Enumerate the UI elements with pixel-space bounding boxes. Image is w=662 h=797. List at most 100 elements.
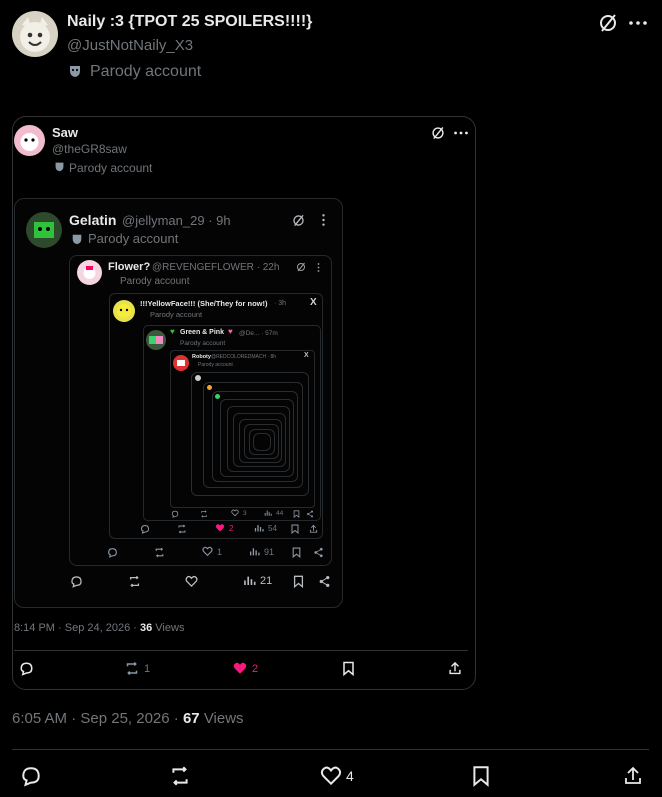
like-button[interactable]: 2 bbox=[232, 661, 258, 676]
author-name[interactable]: !!!YellowFace!!! (She/They for now!) bbox=[140, 299, 268, 308]
views-count: 44 bbox=[276, 509, 284, 517]
bookmark-button[interactable] bbox=[292, 547, 301, 558]
avatar[interactable] bbox=[12, 11, 58, 57]
divider bbox=[12, 749, 649, 750]
author-name[interactable]: Naily :3 {TPOT 25 SPOILERS!!!!} bbox=[67, 13, 312, 31]
avatar[interactable] bbox=[113, 300, 135, 322]
reply-button[interactable] bbox=[20, 765, 42, 787]
views-button[interactable]: 54 bbox=[254, 523, 277, 533]
like-count: 1 bbox=[217, 546, 223, 557]
share-button[interactable] bbox=[623, 765, 643, 787]
share-button[interactable] bbox=[313, 547, 324, 558]
repost-button[interactable] bbox=[154, 547, 165, 558]
author-name[interactable]: Green & Pink bbox=[180, 329, 224, 336]
author-name[interactable]: Roboty bbox=[192, 354, 211, 360]
like-button[interactable]: 1 bbox=[202, 546, 222, 557]
parody-label: Parody account bbox=[180, 340, 226, 347]
x-logo-icon[interactable]: X bbox=[304, 352, 309, 359]
views-button[interactable]: 44 bbox=[264, 509, 283, 517]
pink-heart-icon: ♥ bbox=[228, 327, 233, 336]
like-count: 3 bbox=[243, 509, 247, 517]
parody-label: Parody account bbox=[120, 276, 190, 287]
author-handle[interactable]: · 3h bbox=[274, 300, 286, 307]
avatar[interactable] bbox=[14, 125, 45, 156]
green-heart-icon: ♥ bbox=[170, 327, 175, 336]
author-handle[interactable]: @theGR8saw bbox=[52, 142, 127, 156]
post-timestamp: 8:14 PM · Sep 24, 2026 · 36 Views bbox=[14, 622, 184, 634]
repost-button[interactable] bbox=[128, 575, 141, 588]
share-button[interactable] bbox=[309, 524, 318, 534]
parody-mask-icon bbox=[68, 64, 82, 78]
post-timestamp: 6:05 AM · Sep 25, 2026 · 67 Views bbox=[12, 710, 244, 727]
views-button[interactable]: 21 bbox=[243, 574, 272, 587]
more-options-icon[interactable] bbox=[629, 21, 647, 25]
repost-button[interactable] bbox=[168, 765, 192, 787]
author-handle[interactable]: @jellyman_29 · 9h bbox=[122, 213, 231, 228]
divider bbox=[14, 650, 468, 651]
timestamp-text: 6:05 AM · Sep 25, 2026 · bbox=[12, 710, 179, 727]
author-handle[interactable]: @REDCOLOREDMACH · 8h bbox=[211, 354, 276, 360]
reply-button[interactable] bbox=[140, 524, 150, 534]
grok-icon[interactable] bbox=[598, 13, 618, 33]
like-count: 2 bbox=[229, 523, 234, 533]
parody-label: Parody account bbox=[69, 161, 153, 175]
author-handle[interactable]: @REVENGEFLOWER · 22h bbox=[152, 262, 279, 273]
parody-label: Parody account bbox=[88, 231, 179, 246]
bookmark-button[interactable] bbox=[293, 510, 300, 518]
repost-button[interactable]: 1 bbox=[124, 661, 150, 676]
author-name[interactable]: Gelatin bbox=[69, 212, 116, 228]
x-logo-icon[interactable]: X bbox=[310, 297, 317, 308]
reply-button[interactable] bbox=[107, 547, 118, 558]
repost-button[interactable] bbox=[177, 524, 187, 534]
more-options-icon[interactable] bbox=[454, 131, 468, 135]
like-button[interactable]: 3 bbox=[231, 509, 247, 517]
author-name[interactable]: Flower? bbox=[108, 261, 150, 273]
bookmark-button[interactable] bbox=[291, 524, 299, 534]
views-label: Views bbox=[155, 622, 185, 634]
repost-count: 1 bbox=[144, 662, 151, 675]
like-button[interactable]: 4 bbox=[320, 765, 354, 787]
grok-icon[interactable] bbox=[296, 262, 306, 272]
views-count: 21 bbox=[260, 574, 273, 587]
repost-button[interactable] bbox=[200, 510, 208, 518]
avatar[interactable] bbox=[146, 330, 166, 350]
bookmark-button[interactable] bbox=[472, 765, 490, 787]
grok-icon[interactable] bbox=[431, 126, 445, 140]
nested-quote-frame bbox=[253, 433, 271, 451]
parody-mask-icon bbox=[54, 161, 65, 172]
author-handle[interactable]: @JustNotNaily_X3 bbox=[67, 37, 193, 54]
like-count: 4 bbox=[346, 768, 354, 784]
share-button[interactable] bbox=[306, 510, 314, 518]
views-label: Views bbox=[203, 710, 244, 727]
bookmark-button[interactable] bbox=[342, 661, 355, 676]
avatar[interactable] bbox=[77, 260, 102, 285]
views-count: 36 bbox=[139, 622, 153, 634]
share-button[interactable] bbox=[318, 575, 331, 588]
author-name[interactable]: Saw bbox=[52, 125, 78, 140]
parody-mask-icon bbox=[71, 233, 83, 245]
parody-label: Parody account bbox=[90, 63, 202, 80]
grok-icon[interactable] bbox=[292, 214, 305, 227]
share-button[interactable] bbox=[448, 661, 462, 676]
parody-label: Parody account bbox=[150, 310, 203, 319]
like-button[interactable] bbox=[185, 575, 198, 588]
views-button[interactable]: 91 bbox=[249, 546, 274, 557]
avatar[interactable] bbox=[26, 212, 62, 248]
like-count: 2 bbox=[252, 662, 259, 675]
avatar bbox=[215, 394, 220, 399]
like-button[interactable]: 2 bbox=[215, 523, 233, 533]
views-count: 91 bbox=[264, 546, 275, 557]
reply-button[interactable] bbox=[19, 661, 34, 676]
more-options-icon[interactable] bbox=[322, 214, 325, 226]
reply-button[interactable] bbox=[70, 575, 83, 588]
author-handle[interactable]: @De... · 57m bbox=[239, 330, 278, 337]
avatar bbox=[207, 385, 212, 390]
avatar[interactable] bbox=[173, 355, 189, 371]
avatar bbox=[195, 375, 201, 381]
views-count: 67 bbox=[182, 710, 200, 727]
reply-button[interactable] bbox=[171, 510, 179, 518]
more-options-icon[interactable] bbox=[317, 263, 320, 272]
views-count: 54 bbox=[268, 523, 277, 533]
bookmark-button[interactable] bbox=[293, 575, 304, 588]
parody-label: Parody account bbox=[198, 362, 233, 368]
